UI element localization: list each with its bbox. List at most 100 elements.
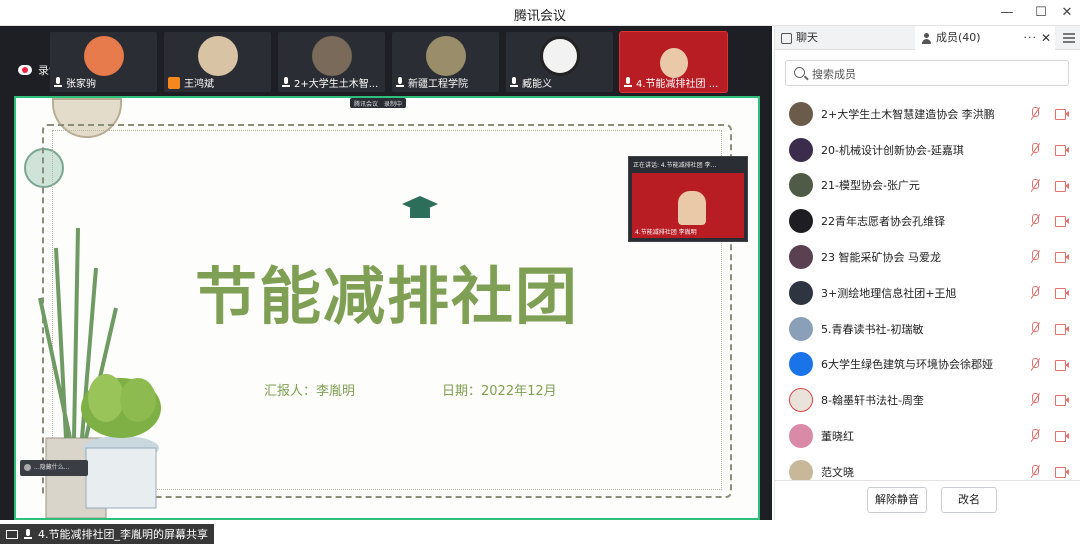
mic-muted-icon[interactable]: [1029, 429, 1041, 443]
video-tile-active[interactable]: 4.节能减排社团 ...: [619, 31, 728, 93]
minimize-button[interactable]: —: [994, 2, 1020, 24]
camera-off-icon[interactable]: [1055, 252, 1069, 264]
member-list: 2+大学生土木智慧建造协会 李洪鹏 20-机械设计创新协会-延嘉琪 21-模型协…: [775, 96, 1080, 480]
video-tile-strip: 张家驹 王鸿斌 2+大学生土木智... 新疆工程学院 臧能义 4.节能减排社团 …: [50, 31, 728, 93]
maximize-button[interactable]: ☐: [1028, 2, 1054, 24]
mic-muted-icon[interactable]: [1029, 285, 1041, 300]
video-tile[interactable]: 臧能义: [506, 32, 613, 92]
avatar: [789, 459, 813, 480]
tab-members[interactable]: 成员(40) ··· ✕: [915, 26, 1055, 50]
member-name: 21-模型协会-张广元: [821, 179, 920, 193]
camera-off-icon[interactable]: [1055, 216, 1069, 228]
person-icon: [168, 76, 180, 89]
member-name: 5.青春读书社-初瑞敏: [821, 322, 924, 336]
window-title: 腾讯会议: [513, 9, 566, 24]
avatar: [426, 36, 466, 76]
video-tile[interactable]: 张家驹: [50, 32, 157, 92]
menu-icon[interactable]: [1063, 33, 1075, 43]
member-name: 董晓红: [821, 430, 854, 444]
list-item[interactable]: 23 智能采矿协会 马爱龙: [775, 239, 1080, 275]
member-name: 22青年志愿者协会孔维铎: [821, 215, 945, 229]
tile-name: 张家驹: [66, 79, 96, 90]
mic-muted-icon[interactable]: [1029, 393, 1041, 407]
tile-name: 臧能义: [522, 79, 552, 90]
avatar: [789, 424, 813, 449]
avatar: [789, 101, 813, 126]
avatar: [312, 36, 352, 76]
list-item[interactable]: 范文晓: [775, 454, 1080, 480]
camera-off-icon[interactable]: [1055, 359, 1069, 371]
list-item[interactable]: 3+测绘地理信息社团+王旭: [775, 275, 1080, 311]
tile-name: 王鸿斌: [184, 79, 214, 90]
camera-off-icon[interactable]: [1055, 395, 1069, 407]
avatar: [789, 316, 813, 341]
camera-off-icon[interactable]: [1055, 323, 1069, 335]
member-name: 20-机械设计创新协会-延嘉琪: [821, 143, 964, 157]
tile-name: 4.节能减排社团 ...: [636, 79, 719, 90]
avatar: [789, 137, 813, 162]
members-panel: 聊天 成员(40) ··· ✕ 2+大学生土木智慧建造协会 李洪鹏 20-机械设…: [774, 26, 1080, 520]
avatar: [540, 36, 580, 76]
mic-muted-icon[interactable]: [1029, 107, 1041, 121]
share-status-bar[interactable]: 腾讯会议 录制中: [350, 98, 407, 108]
camera-off-icon[interactable]: [1055, 180, 1069, 192]
member-name: 范文晓: [821, 465, 854, 479]
member-name: 23 智能采矿协会 马爱龙: [821, 251, 941, 265]
video-tile[interactable]: 2+大学生土木智...: [278, 32, 385, 92]
unmute-all-button[interactable]: 解除静音: [867, 487, 927, 513]
tab-chat[interactable]: 聊天: [781, 26, 818, 50]
list-item[interactable]: 22青年志愿者协会孔维铎: [775, 203, 1080, 239]
mic-icon: [396, 77, 404, 88]
rename-button[interactable]: 改名: [941, 487, 997, 513]
screen-share-icon: [6, 529, 18, 539]
video-stage: 录制中 张家驹 王鸿斌 2+大学生土木智... 新疆工程学院 臧能义: [0, 26, 772, 544]
mic-muted-icon[interactable]: [1029, 321, 1041, 336]
mic-muted-icon[interactable]: [1029, 250, 1041, 264]
mic-muted-icon[interactable]: [1029, 464, 1041, 479]
close-button[interactable]: ✕: [1054, 2, 1080, 24]
hide-chip[interactable]: ...隐藏什么...: [20, 460, 88, 476]
list-item[interactable]: 20-机械设计创新协会-延嘉琪: [775, 132, 1080, 168]
member-search[interactable]: [785, 60, 1069, 86]
share-status-rec: 录制中: [384, 100, 403, 108]
mic-icon: [282, 77, 290, 88]
person-icon: [921, 32, 932, 44]
search-input[interactable]: [812, 65, 1052, 83]
video-tile[interactable]: 王鸿斌: [164, 32, 271, 92]
mic-icon: [24, 528, 32, 540]
avatar: [789, 388, 813, 413]
mic-muted-icon[interactable]: [1029, 178, 1041, 193]
camera-off-icon[interactable]: [1055, 466, 1069, 478]
mic-muted-icon[interactable]: [1029, 357, 1041, 372]
list-item[interactable]: 6大学生绿色建筑与环境协会徐郡娅: [775, 347, 1080, 383]
avatar: [789, 173, 813, 198]
active-speaker-video[interactable]: 正在讲话: 4.节能减排社团 李... 4.节能减排社团 李胤明: [628, 156, 748, 242]
mic-icon: [624, 77, 632, 88]
mic-muted-icon[interactable]: [1029, 214, 1041, 228]
share-status-app: 腾讯会议: [354, 100, 379, 108]
graduation-cap-icon: [402, 196, 438, 218]
video-tile[interactable]: 新疆工程学院: [392, 32, 499, 92]
camera-off-icon[interactable]: [1055, 144, 1069, 156]
list-item[interactable]: 2+大学生土木智慧建造协会 李洪鹏: [775, 96, 1080, 132]
camera-off-icon[interactable]: [1055, 431, 1069, 443]
slide-reporter: 汇报人：李胤明: [264, 384, 356, 399]
mic-icon: [54, 77, 62, 88]
avatar: [789, 352, 813, 377]
slide-date: 日期：2022年12月: [442, 384, 557, 399]
list-item[interactable]: 董晓红: [775, 418, 1080, 454]
panel-footer: 解除静音 改名: [775, 480, 1080, 520]
meeting-window: 腾讯会议 — ☐ ✕ 录制中 张家驹 王鸿斌 2+大学生土木智...: [0, 0, 1080, 544]
member-name: 6大学生绿色建筑与环境协会徐郡娅: [821, 358, 993, 372]
tile-name: 新疆工程学院: [408, 79, 468, 90]
recording-icon: [18, 65, 32, 75]
close-panel-button[interactable]: ✕: [1041, 26, 1051, 50]
list-item[interactable]: 8-翰墨轩书法社-周奎: [775, 382, 1080, 418]
camera-off-icon[interactable]: [1055, 109, 1069, 120]
list-item[interactable]: 21-模型协会-张广元: [775, 168, 1080, 204]
list-item[interactable]: 5.青春读书社-初瑞敏: [775, 311, 1080, 347]
mic-muted-icon[interactable]: [1029, 142, 1041, 157]
avatar: [198, 36, 238, 76]
camera-off-icon[interactable]: [1055, 287, 1069, 299]
more-options-button[interactable]: ···: [1024, 26, 1038, 50]
